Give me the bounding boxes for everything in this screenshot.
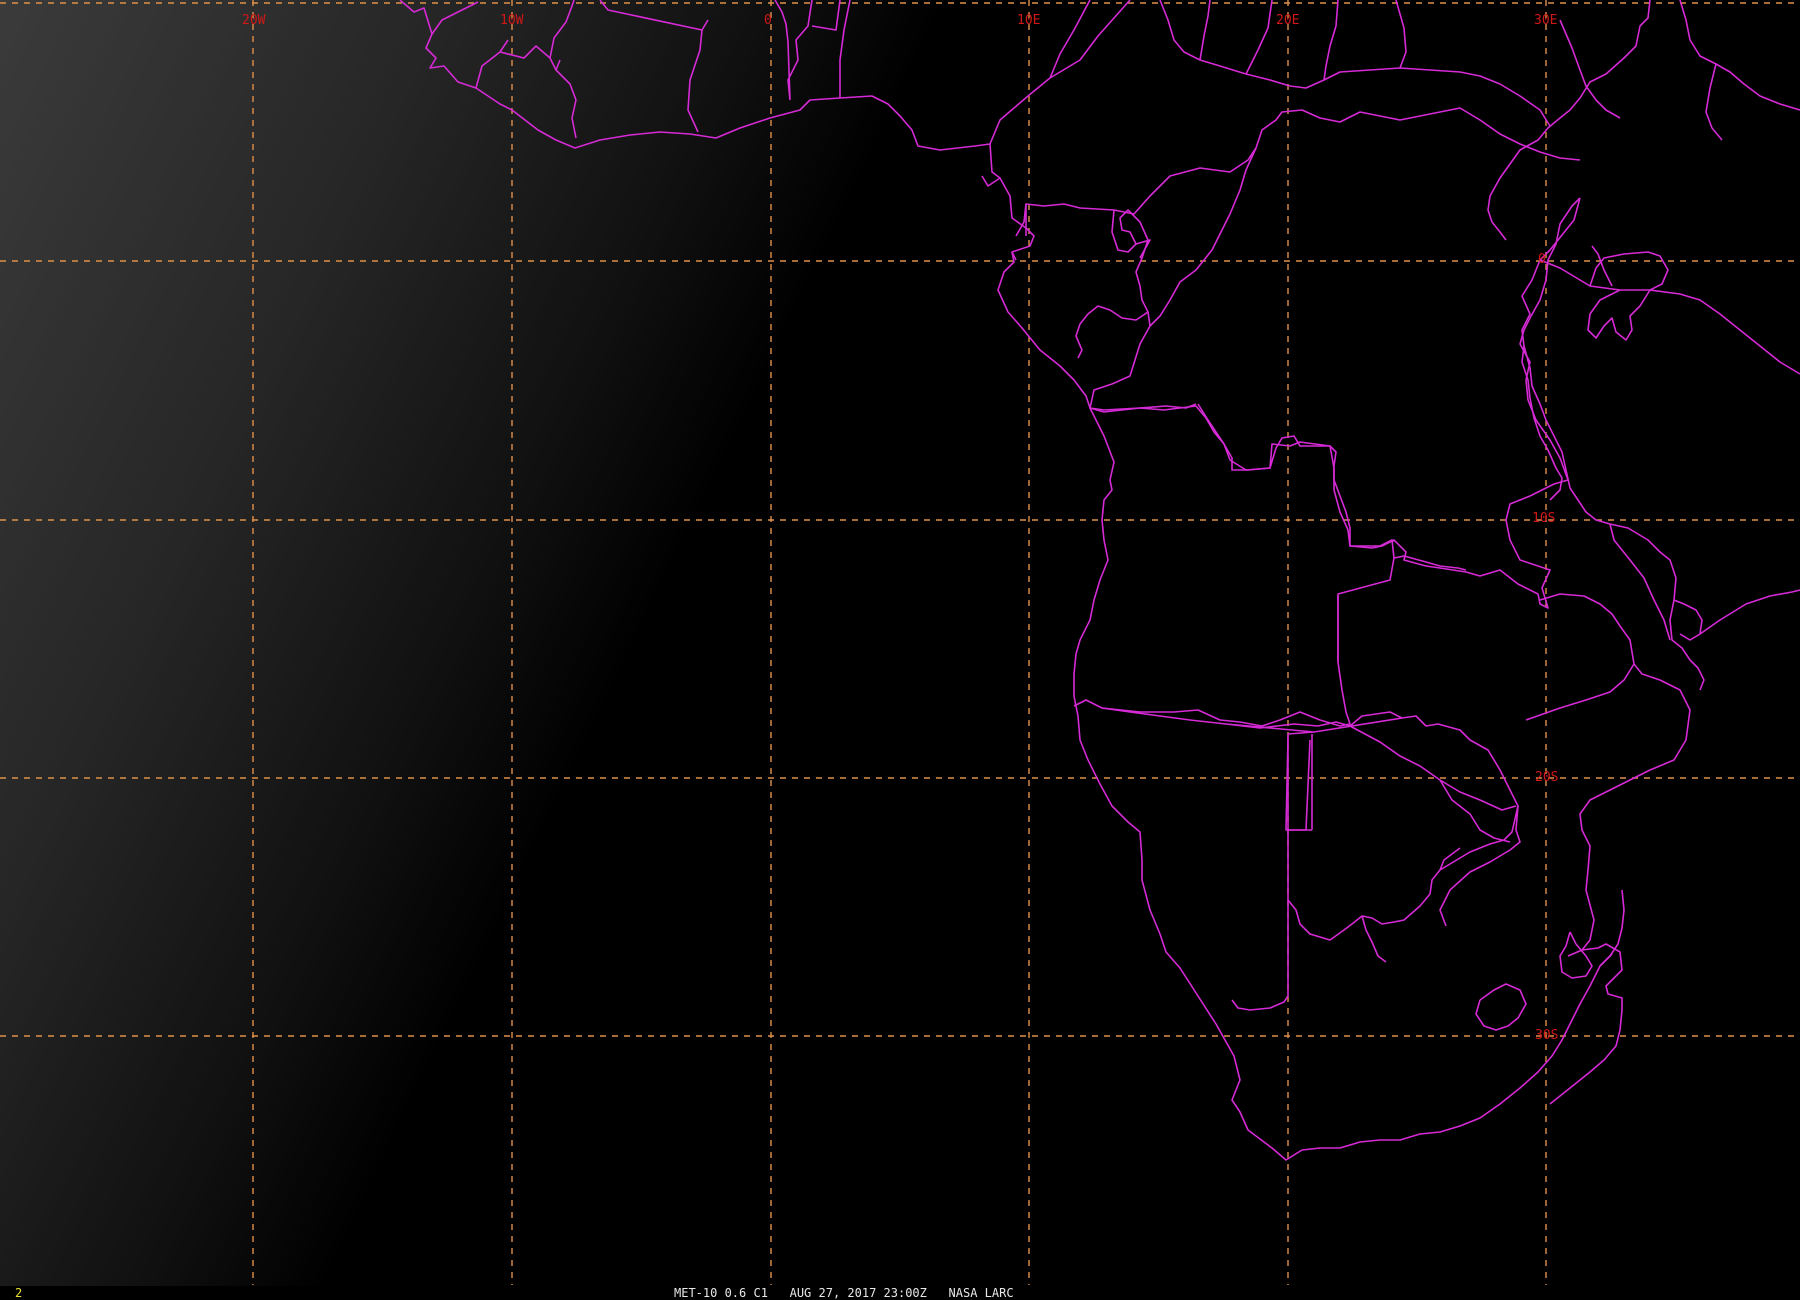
status-bar: 2 MET-10 0.6 C1 AUG 27, 2017 23:00Z NASA… — [0, 1286, 1800, 1300]
lon-label-0: 0 — [764, 13, 772, 28]
lon-label-10w: 10W — [500, 13, 524, 28]
lat-label-20s: 20S — [1535, 770, 1558, 785]
lon-label-10e: 10E — [1017, 13, 1040, 28]
lat-label-30s: 30S — [1535, 1028, 1558, 1043]
lon-label-20w: 20W — [242, 13, 266, 28]
image-caption: MET-10 0.6 C1 AUG 27, 2017 23:00Z NASA L… — [674, 1286, 1014, 1300]
lon-label-20e: 20E — [1276, 13, 1299, 28]
lon-label-30e: 30E — [1534, 13, 1557, 28]
frame-number: 2 — [15, 1286, 23, 1300]
lat-label-10s: 10S — [1532, 511, 1555, 526]
satellite-map: 20W 10W 0 10E 20E 30E 0 10S 20S 30S — [0, 0, 1800, 1300]
lat-label-0: 0 — [1538, 252, 1546, 267]
imagery-background — [0, 0, 1800, 1300]
